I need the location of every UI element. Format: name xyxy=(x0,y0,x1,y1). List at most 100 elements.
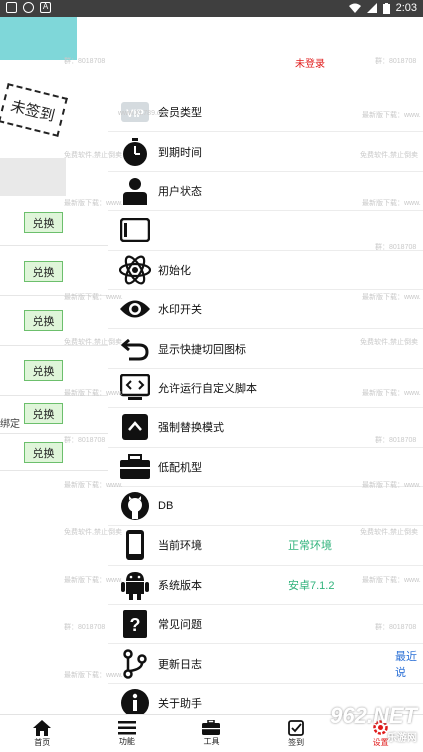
watermark: 最新版下载：www. xyxy=(362,112,421,119)
watermark: 群：8018708 xyxy=(375,624,417,631)
toolbox-icon xyxy=(118,450,152,484)
watermark: 最新版下载：www. xyxy=(64,390,123,397)
menu-item-label: 关于助手 xyxy=(158,698,202,711)
tab-home[interactable]: 首页 xyxy=(0,715,85,752)
tab-label: 功能 xyxy=(118,736,135,746)
system-version-value: 安卓7.1.2 xyxy=(288,579,335,592)
caret-up-icon xyxy=(118,410,152,444)
menu-item-system-version[interactable]: 系统版本 安卓7.1.2 xyxy=(108,566,423,606)
menu-item-label: 显示快捷切回图标 xyxy=(158,343,246,356)
redeem-button[interactable]: 兑换 xyxy=(24,403,63,424)
redeem-button[interactable]: 兑换 xyxy=(24,310,63,331)
record-icon xyxy=(23,2,34,13)
svg-text:?: ? xyxy=(130,615,141,635)
menu-item-label: 系统版本 xyxy=(158,579,202,592)
site-logo-sub: 乐游网 xyxy=(387,733,417,744)
login-status[interactable]: 未登录 xyxy=(295,55,325,70)
tab-functions[interactable]: 功能 xyxy=(85,715,170,752)
menu-item-label: 水印开关 xyxy=(158,304,202,317)
user-icon xyxy=(118,174,152,208)
menu-item-label: 初始化 xyxy=(158,264,191,277)
checkin-stamp: 未签到 xyxy=(0,83,68,137)
watermark: 群：8018708 xyxy=(64,437,106,444)
watermark: 最新版下载：www. xyxy=(362,200,421,207)
code-monitor-icon xyxy=(118,371,152,405)
stopwatch-icon xyxy=(118,135,152,169)
menu-item-db[interactable]: DB xyxy=(108,487,423,527)
banner-image xyxy=(0,17,77,60)
environment-value: 正常环境 xyxy=(288,540,332,553)
watermark: 群：8018708 xyxy=(64,624,106,631)
watermark: 最新版下载：www. xyxy=(64,672,123,679)
home-icon xyxy=(33,719,52,736)
phone-icon xyxy=(118,528,152,562)
watermark: 免费软件,禁止倒卖 xyxy=(64,529,122,536)
tab-label: 首页 xyxy=(34,737,51,747)
changelog-value: 最近说 xyxy=(395,650,417,679)
side-drawer: 未登录 VIP 会员类型 到期时间 用户状态 初始化 水印开关 显示快捷切回图标… xyxy=(108,17,423,724)
watermark: 群：8018708 xyxy=(375,58,417,65)
watermark: www.XL789.cn xyxy=(118,110,165,117)
branch-icon xyxy=(118,647,152,681)
tab-checkin[interactable]: 签到 xyxy=(254,715,339,752)
watermark: 免费软件,禁止倒卖 xyxy=(64,339,122,346)
menu-item-init[interactable]: 初始化 xyxy=(108,251,423,290)
menu-item-label: DB xyxy=(158,500,174,513)
menu-icon xyxy=(117,720,136,734)
bind-label: 绑定 xyxy=(0,419,20,430)
info-panel xyxy=(0,158,66,196)
watermark: 最新版下载：www. xyxy=(64,577,123,584)
watermark: 免费软件,禁止倒卖 xyxy=(360,339,418,346)
watermark: 最新版下载：www. xyxy=(362,390,421,397)
watermark: 群：8018708 xyxy=(64,58,106,65)
menu-item-label: 常见问题 xyxy=(158,619,202,632)
watermark: 免费软件,禁止倒卖 xyxy=(64,152,122,159)
menu-item-label: 会员类型 xyxy=(158,107,202,120)
redeem-button[interactable]: 兑换 xyxy=(24,261,63,282)
signal-icon xyxy=(366,3,377,13)
eye-icon xyxy=(118,292,152,326)
watermark: 最新版下载：www. xyxy=(64,200,123,207)
tab-label: 签到 xyxy=(288,737,305,747)
menu-item-shortcut-icon[interactable]: 显示快捷切回图标 xyxy=(108,329,423,369)
redeem-button[interactable]: 兑换 xyxy=(24,360,63,381)
help-icon: ? xyxy=(118,607,152,641)
watermark: 最新版下载：www. xyxy=(64,482,123,489)
menu-item-label: 当前环境 xyxy=(158,540,202,553)
watermark: 免费软件,禁止倒卖 xyxy=(360,529,418,536)
menu-item-label: 低配机型 xyxy=(158,461,202,474)
battery-icon xyxy=(382,2,390,14)
divider xyxy=(0,245,110,246)
menu-item-label: 用户状态 xyxy=(158,185,202,198)
wifi-icon xyxy=(348,3,361,13)
watermark: 群：8018708 xyxy=(375,437,417,444)
tablet-icon xyxy=(118,213,152,247)
undo-icon xyxy=(118,332,152,366)
tab-label: 工具 xyxy=(203,737,220,746)
watermark: 最新版下载：www. xyxy=(362,294,421,301)
watermark: 最新版下载：www. xyxy=(362,482,421,489)
clock: 2:03 xyxy=(395,2,417,14)
watermark: 最新版下载：www. xyxy=(362,577,421,584)
site-logo-text: 962.NET xyxy=(330,703,417,728)
watermark: 群：8018708 xyxy=(375,244,417,251)
tab-tools[interactable]: 工具 xyxy=(169,715,254,752)
menu-item-label: 强制替换模式 xyxy=(158,422,224,435)
menu-item-label: 更新日志 xyxy=(158,658,202,671)
divider xyxy=(0,470,110,471)
site-watermark-logo: 962.NET 乐游网 xyxy=(330,703,417,744)
text-icon: A xyxy=(40,2,51,13)
github-icon xyxy=(118,489,152,523)
status-bar: A 2:03 xyxy=(0,0,423,17)
watermark: 免费软件,禁止倒卖 xyxy=(360,152,418,159)
menu-item-changelog[interactable]: 更新日志 最近说 xyxy=(108,644,423,684)
atom-icon xyxy=(118,253,152,287)
checkin-icon xyxy=(287,719,304,736)
menu-item-label: 允许运行自定义脚本 xyxy=(158,382,257,395)
redeem-button[interactable]: 兑换 xyxy=(24,442,63,463)
toolbox-icon xyxy=(202,720,221,735)
menu-item-label: 到期时间 xyxy=(158,146,202,159)
settings-icon xyxy=(6,2,17,13)
redeem-button[interactable]: 兑换 xyxy=(24,212,63,233)
watermark: 最新版下载：www. xyxy=(64,294,123,301)
